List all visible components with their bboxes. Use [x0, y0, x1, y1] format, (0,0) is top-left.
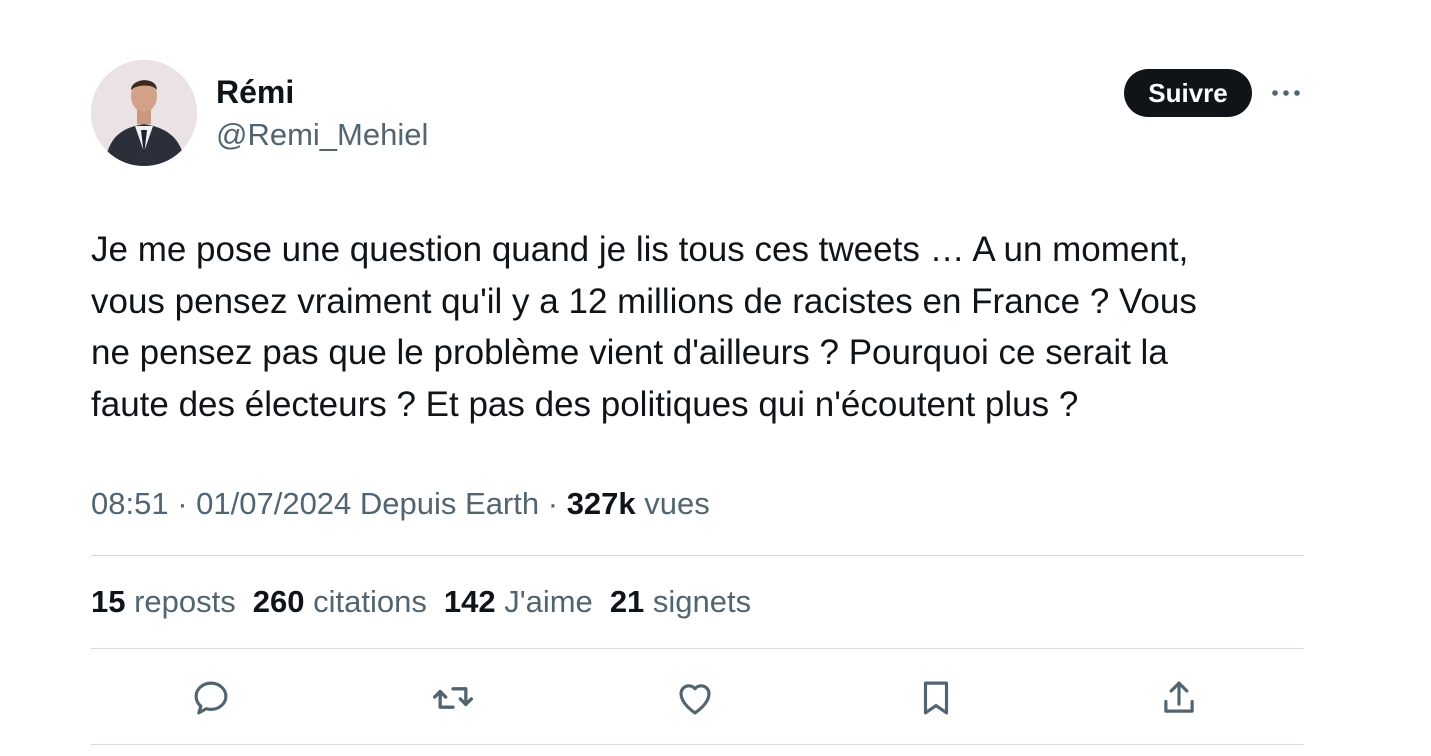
- stat-count: 142: [443, 584, 496, 619]
- tweet-text: Je me pose une question quand je lis tou…: [91, 230, 1197, 424]
- retweet-icon: [433, 687, 473, 709]
- views-label: vues: [635, 486, 710, 521]
- follow-button[interactable]: Suivre: [1124, 69, 1252, 117]
- share-icon: [1164, 681, 1194, 713]
- divider: [91, 744, 1304, 745]
- reply-icon: [194, 681, 228, 715]
- tweet-meta: 08:51 · 01/07/2024 Depuis Earth · 327k v…: [91, 483, 710, 525]
- author-handle[interactable]: @Remi_Mehiel: [216, 115, 428, 155]
- avatar[interactable]: [91, 60, 197, 166]
- more-horizontal-icon: [1272, 90, 1300, 96]
- divider: [91, 555, 1304, 556]
- views-count: 327k: [566, 486, 636, 521]
- like-icon: [679, 684, 711, 715]
- avatar-photo: [91, 60, 197, 166]
- tweet-time[interactable]: 08:51: [91, 486, 169, 521]
- tweet-date[interactable]: 01/07/2024: [196, 486, 351, 521]
- retweet-button[interactable]: [431, 676, 475, 720]
- stat-label: reposts: [125, 584, 236, 619]
- stat-count: 260: [252, 584, 305, 619]
- stat-count: 15: [91, 584, 126, 619]
- bookmark-icon: [923, 681, 949, 715]
- stat-quotes[interactable]: 260 citations: [253, 581, 427, 623]
- share-button[interactable]: [1157, 676, 1201, 720]
- stat-likes[interactable]: 142 J'aime: [444, 581, 593, 623]
- stat-count: 21: [609, 584, 645, 619]
- tweet-card: Rémi @Remi_Mehiel Suivre Je me pose une …: [0, 0, 1431, 756]
- meta-separator: ·: [168, 486, 197, 521]
- stat-label: signets: [644, 584, 752, 619]
- stat-label: citations: [304, 584, 427, 619]
- more-options-button[interactable]: [1266, 80, 1306, 106]
- meta-separator: ·: [539, 486, 567, 521]
- stat-reposts[interactable]: 15 reposts: [91, 581, 236, 623]
- stat-bookmarks[interactable]: 21 signets: [610, 581, 751, 623]
- tweet-source: Depuis Earth: [351, 486, 540, 521]
- bookmark-button[interactable]: [914, 676, 958, 720]
- stat-label: J'aime: [495, 584, 593, 619]
- divider: [91, 648, 1304, 649]
- reply-button[interactable]: [189, 676, 233, 720]
- author-name[interactable]: Rémi: [216, 72, 294, 112]
- engagement-stats: 15 reposts 260 citations 142 J'aime 21 s…: [91, 581, 751, 623]
- like-button[interactable]: [673, 676, 717, 720]
